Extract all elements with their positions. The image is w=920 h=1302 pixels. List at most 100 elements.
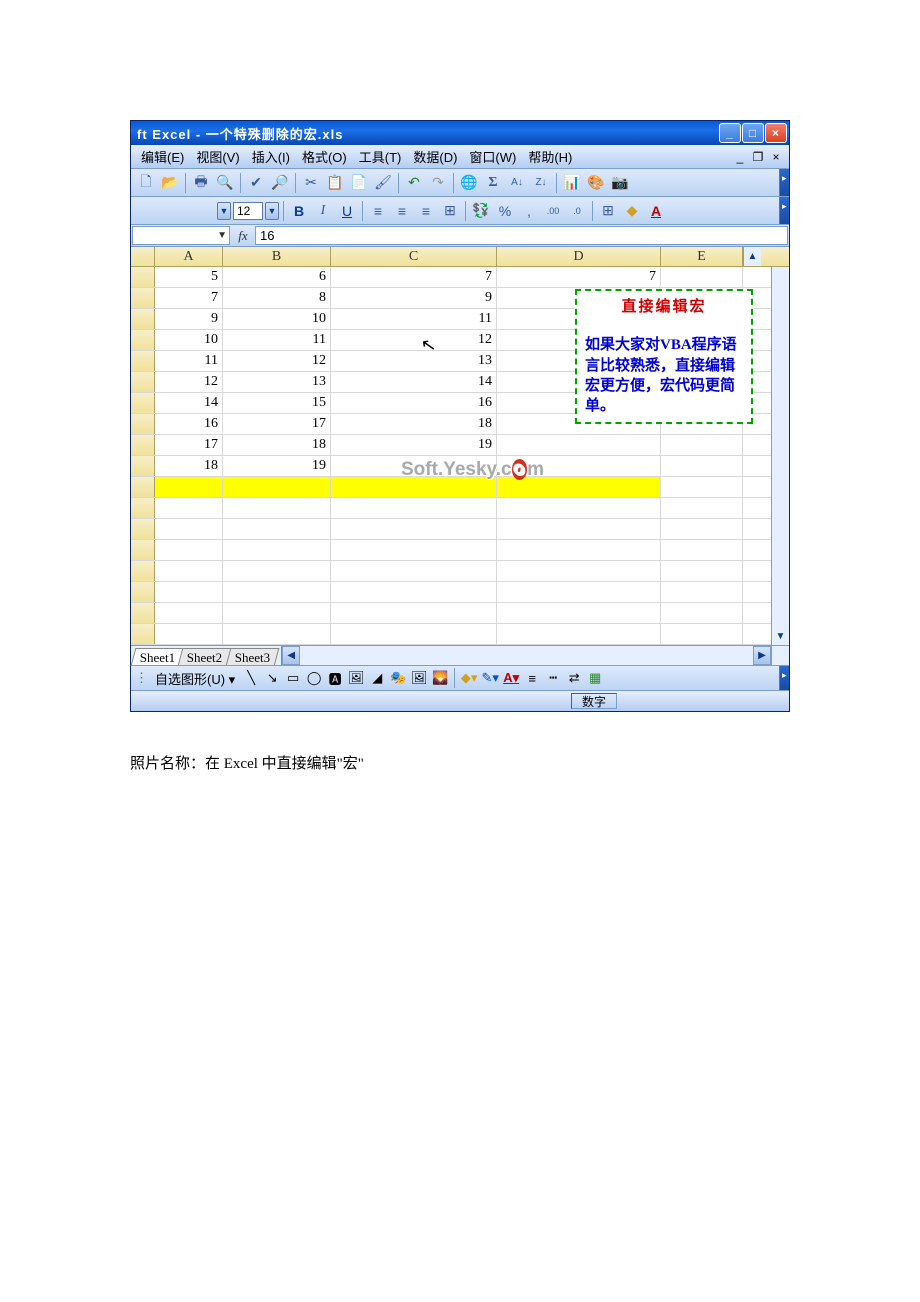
cell[interactable] — [497, 603, 661, 623]
toolbar-overflow-3[interactable] — [779, 666, 789, 690]
cell[interactable]: 12 — [155, 372, 223, 392]
col-header-c[interactable]: C — [331, 247, 497, 266]
paste-icon[interactable]: 📄 — [348, 172, 370, 194]
cell[interactable] — [155, 624, 223, 644]
cell[interactable] — [155, 498, 223, 518]
row-header[interactable] — [131, 267, 155, 287]
toolbar-overflow-2[interactable] — [779, 197, 789, 224]
undo-icon[interactable]: ↶ — [403, 172, 425, 194]
line-style-icon[interactable]: ≡ — [523, 669, 541, 687]
sheet-tab-2[interactable]: Sheet2 — [178, 648, 232, 666]
cell[interactable] — [223, 603, 331, 623]
print-icon[interactable]: 🖶 — [190, 172, 212, 194]
cell[interactable]: 14 — [155, 393, 223, 413]
menu-insert[interactable]: 插入(I) — [246, 145, 296, 168]
cell[interactable]: 11 — [331, 309, 497, 329]
menu-tools[interactable]: 工具(T) — [353, 145, 408, 168]
cell[interactable] — [661, 540, 743, 560]
cell[interactable] — [497, 624, 661, 644]
col-header-a[interactable]: A — [155, 247, 223, 266]
cell[interactable]: 7 — [155, 288, 223, 308]
line-icon[interactable]: ╲ — [242, 669, 260, 687]
select-all-corner[interactable] — [131, 247, 155, 266]
menu-window[interactable]: 窗口(W) — [463, 145, 522, 168]
align-center-icon[interactable]: ≡ — [391, 200, 413, 222]
cell[interactable]: 5 — [155, 267, 223, 287]
redo-icon[interactable]: ↷ — [427, 172, 449, 194]
cell[interactable] — [661, 267, 743, 287]
hyperlink-icon[interactable]: 🌐 — [458, 172, 480, 194]
spellcheck-icon[interactable]: ✔ — [245, 172, 267, 194]
maximize-button[interactable]: □ — [742, 123, 764, 143]
increase-decimal-icon[interactable]: .00 — [542, 200, 564, 222]
copy-icon[interactable]: 📋 — [324, 172, 346, 194]
fill-color-icon-2[interactable]: ◆▾ — [460, 669, 478, 687]
col-header-d[interactable]: D — [497, 247, 661, 266]
cut-icon[interactable]: ✂ — [300, 172, 322, 194]
cell[interactable]: 17 — [155, 435, 223, 455]
open-icon[interactable]: 📂 — [159, 172, 181, 194]
row-header[interactable] — [131, 540, 155, 560]
decrease-decimal-icon[interactable]: .0 — [566, 200, 588, 222]
percent-icon[interactable]: % — [494, 200, 516, 222]
cell[interactable]: 11 — [223, 330, 331, 350]
cell[interactable] — [223, 540, 331, 560]
row-header[interactable] — [131, 372, 155, 392]
font-dropdown[interactable]: ▼ — [217, 202, 231, 220]
sort-asc-icon[interactable]: A↓ — [506, 172, 528, 194]
font-color-icon-2[interactable]: A▾ — [502, 669, 520, 687]
minimize-button[interactable]: _ — [719, 123, 741, 143]
insert-pic-icon[interactable]: 🌄 — [431, 669, 449, 687]
sort-desc-icon[interactable]: Z↓ — [530, 172, 552, 194]
close-button[interactable]: × — [765, 123, 787, 143]
cell[interactable] — [155, 561, 223, 581]
row-header[interactable] — [131, 498, 155, 518]
italic-icon[interactable]: I — [312, 200, 334, 222]
align-left-icon[interactable]: ≡ — [367, 200, 389, 222]
cell[interactable] — [155, 582, 223, 602]
cell[interactable] — [331, 582, 497, 602]
cell[interactable] — [331, 498, 497, 518]
scroll-down-button[interactable]: ▼ — [772, 627, 789, 645]
col-header-b[interactable]: B — [223, 247, 331, 266]
arrow-style-icon[interactable]: ⇄ — [565, 669, 583, 687]
formula-input[interactable]: 16 — [255, 226, 788, 245]
row-header[interactable] — [131, 519, 155, 539]
cell[interactable]: 9 — [155, 309, 223, 329]
cell[interactable]: 15 — [223, 393, 331, 413]
camera-icon[interactable]: 📷 — [609, 172, 631, 194]
cell[interactable]: 16 — [331, 393, 497, 413]
cell[interactable]: 19 — [223, 456, 331, 476]
hscroll-right-button[interactable]: ▶ — [753, 646, 771, 665]
sheet-tab-3[interactable]: Sheet3 — [225, 648, 279, 666]
cell[interactable] — [661, 456, 743, 476]
drawing-icon[interactable]: 🎨 — [585, 172, 607, 194]
font-size-field[interactable]: 12 — [233, 202, 263, 220]
menu-data[interactable]: 数据(D) — [407, 145, 463, 168]
font-size-dropdown[interactable]: ▼ — [265, 202, 279, 220]
cell[interactable] — [155, 603, 223, 623]
align-right-icon[interactable]: ≡ — [415, 200, 437, 222]
cell[interactable]: 12 — [223, 351, 331, 371]
cell[interactable] — [331, 540, 497, 560]
cell[interactable]: 9 — [331, 288, 497, 308]
cell[interactable] — [661, 603, 743, 623]
cell[interactable] — [497, 582, 661, 602]
row-header[interactable] — [131, 603, 155, 623]
cell[interactable]: 18 — [331, 414, 497, 434]
cell[interactable] — [661, 582, 743, 602]
horizontal-scrollbar[interactable]: ◀ ▶ — [281, 646, 771, 665]
cell[interactable]: 18 — [155, 456, 223, 476]
cell[interactable] — [223, 582, 331, 602]
menu-help[interactable]: 帮助(H) — [522, 145, 578, 168]
new-icon[interactable]: 🗋 — [135, 172, 157, 194]
menu-edit[interactable]: 编辑(E) — [135, 145, 190, 168]
menu-view[interactable]: 视图(V) — [190, 145, 245, 168]
cell[interactable] — [155, 519, 223, 539]
row-header[interactable] — [131, 351, 155, 371]
cell[interactable]: 10 — [223, 309, 331, 329]
cell[interactable]: 11 — [155, 351, 223, 371]
preview-icon[interactable]: 🔍 — [214, 172, 236, 194]
name-box-dropdown-icon[interactable]: ▼ — [217, 230, 227, 241]
font-color-icon[interactable]: A — [645, 200, 667, 222]
